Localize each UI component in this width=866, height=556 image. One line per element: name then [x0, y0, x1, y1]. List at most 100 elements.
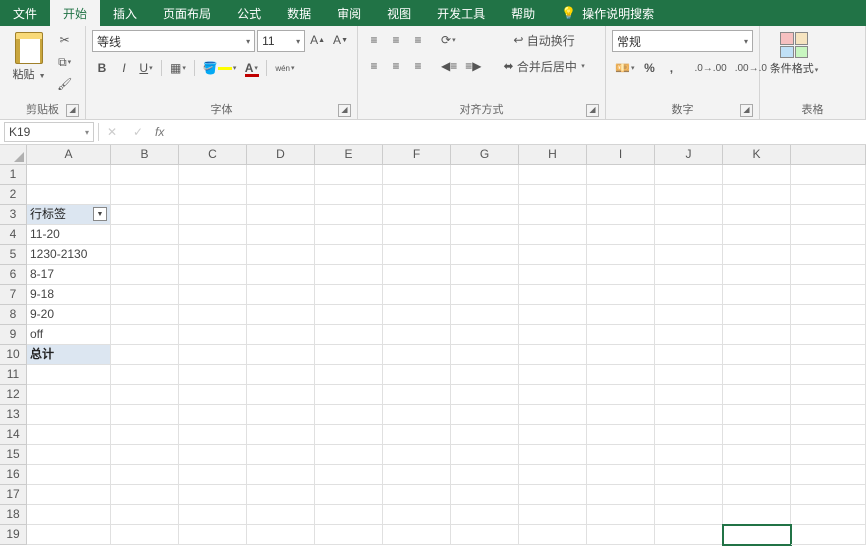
- font-color-button[interactable]: A▾: [241, 58, 261, 78]
- cell-K8[interactable]: [723, 305, 791, 325]
- cell-G8[interactable]: [451, 305, 519, 325]
- wrap-text-button[interactable]: ↩ 自动换行: [497, 30, 590, 50]
- cell-F11[interactable]: [383, 365, 451, 385]
- cell-J1[interactable]: [655, 165, 723, 185]
- number-dialog-launcher[interactable]: ◢: [740, 104, 753, 117]
- row-header-7[interactable]: 7: [0, 285, 26, 305]
- cell-B10[interactable]: [111, 345, 179, 365]
- cell-A19[interactable]: [27, 525, 111, 545]
- row-header-8[interactable]: 8: [0, 305, 26, 325]
- cell-C18[interactable]: [179, 505, 247, 525]
- cell-E4[interactable]: [315, 225, 383, 245]
- row-header-2[interactable]: 2: [0, 185, 26, 205]
- cell-K4[interactable]: [723, 225, 791, 245]
- paste-button[interactable]: 粘贴 ▼: [6, 30, 52, 84]
- cell-D12[interactable]: [247, 385, 315, 405]
- tab-formulas[interactable]: 公式: [224, 0, 274, 26]
- cell-C9[interactable]: [179, 325, 247, 345]
- fill-color-button[interactable]: 🪣▾: [200, 58, 239, 78]
- cell-I9[interactable]: [587, 325, 655, 345]
- row-header-9[interactable]: 9: [0, 325, 26, 345]
- cell-F8[interactable]: [383, 305, 451, 325]
- cell-K5[interactable]: [723, 245, 791, 265]
- cell-H17[interactable]: [519, 485, 587, 505]
- cell-H12[interactable]: [519, 385, 587, 405]
- cell-G14[interactable]: [451, 425, 519, 445]
- tab-insert[interactable]: 插入: [100, 0, 150, 26]
- tab-file[interactable]: 文件: [0, 0, 50, 26]
- cell-C11[interactable]: [179, 365, 247, 385]
- cell-A16[interactable]: [27, 465, 111, 485]
- cell-G16[interactable]: [451, 465, 519, 485]
- cell-K12[interactable]: [723, 385, 791, 405]
- cell-B17[interactable]: [111, 485, 179, 505]
- cell-D7[interactable]: [247, 285, 315, 305]
- cell-D15[interactable]: [247, 445, 315, 465]
- cell-G3[interactable]: [451, 205, 519, 225]
- cell-D17[interactable]: [247, 485, 315, 505]
- cell-B7[interactable]: [111, 285, 179, 305]
- cell-E19[interactable]: [315, 525, 383, 545]
- cell-F18[interactable]: [383, 505, 451, 525]
- row-header-5[interactable]: 5: [0, 245, 26, 265]
- cell-A4[interactable]: 11-20: [27, 225, 111, 245]
- cell-D6[interactable]: [247, 265, 315, 285]
- cell-I19[interactable]: [587, 525, 655, 545]
- cell-D9[interactable]: [247, 325, 315, 345]
- cell-H14[interactable]: [519, 425, 587, 445]
- cell-A3[interactable]: 行标签▼: [27, 205, 111, 225]
- cell-I16[interactable]: [587, 465, 655, 485]
- cell-J18[interactable]: [655, 505, 723, 525]
- cell-E9[interactable]: [315, 325, 383, 345]
- cell-G18[interactable]: [451, 505, 519, 525]
- col-header-D[interactable]: D: [247, 145, 315, 164]
- row-header-17[interactable]: 17: [0, 485, 26, 505]
- cell-C1[interactable]: [179, 165, 247, 185]
- cell-G7[interactable]: [451, 285, 519, 305]
- cell-E13[interactable]: [315, 405, 383, 425]
- cell-G9[interactable]: [451, 325, 519, 345]
- cell-J3[interactable]: [655, 205, 723, 225]
- cell-F5[interactable]: [383, 245, 451, 265]
- cell-C5[interactable]: [179, 245, 247, 265]
- cell-H13[interactable]: [519, 405, 587, 425]
- row-header-4[interactable]: 4: [0, 225, 26, 245]
- cell-I14[interactable]: [587, 425, 655, 445]
- cell-B16[interactable]: [111, 465, 179, 485]
- cell-K6[interactable]: [723, 265, 791, 285]
- comma-button[interactable]: ,: [661, 58, 681, 78]
- cell-H3[interactable]: [519, 205, 587, 225]
- cell-B11[interactable]: [111, 365, 179, 385]
- cell-D4[interactable]: [247, 225, 315, 245]
- cell-A8[interactable]: 9-20: [27, 305, 111, 325]
- cell-J12[interactable]: [655, 385, 723, 405]
- cell-F4[interactable]: [383, 225, 451, 245]
- cell-E10[interactable]: [315, 345, 383, 365]
- cell-B6[interactable]: [111, 265, 179, 285]
- cell-J2[interactable]: [655, 185, 723, 205]
- cell-H9[interactable]: [519, 325, 587, 345]
- font-name-select[interactable]: 等线▾: [92, 30, 255, 52]
- cell-E12[interactable]: [315, 385, 383, 405]
- cell-D19[interactable]: [247, 525, 315, 545]
- cell-G13[interactable]: [451, 405, 519, 425]
- cell-J10[interactable]: [655, 345, 723, 365]
- cell-K16[interactable]: [723, 465, 791, 485]
- cell-G11[interactable]: [451, 365, 519, 385]
- cell-A18[interactable]: [27, 505, 111, 525]
- cell-H2[interactable]: [519, 185, 587, 205]
- name-box[interactable]: K19▾: [4, 122, 94, 142]
- cell-I1[interactable]: [587, 165, 655, 185]
- cell-C6[interactable]: [179, 265, 247, 285]
- cell-D16[interactable]: [247, 465, 315, 485]
- cell-K13[interactable]: [723, 405, 791, 425]
- cell-A5[interactable]: 1230-2130: [27, 245, 111, 265]
- cell-A1[interactable]: [27, 165, 111, 185]
- cell-F15[interactable]: [383, 445, 451, 465]
- cell-F2[interactable]: [383, 185, 451, 205]
- cell-D11[interactable]: [247, 365, 315, 385]
- cell-I2[interactable]: [587, 185, 655, 205]
- cell-C14[interactable]: [179, 425, 247, 445]
- cell-B13[interactable]: [111, 405, 179, 425]
- cell-F14[interactable]: [383, 425, 451, 445]
